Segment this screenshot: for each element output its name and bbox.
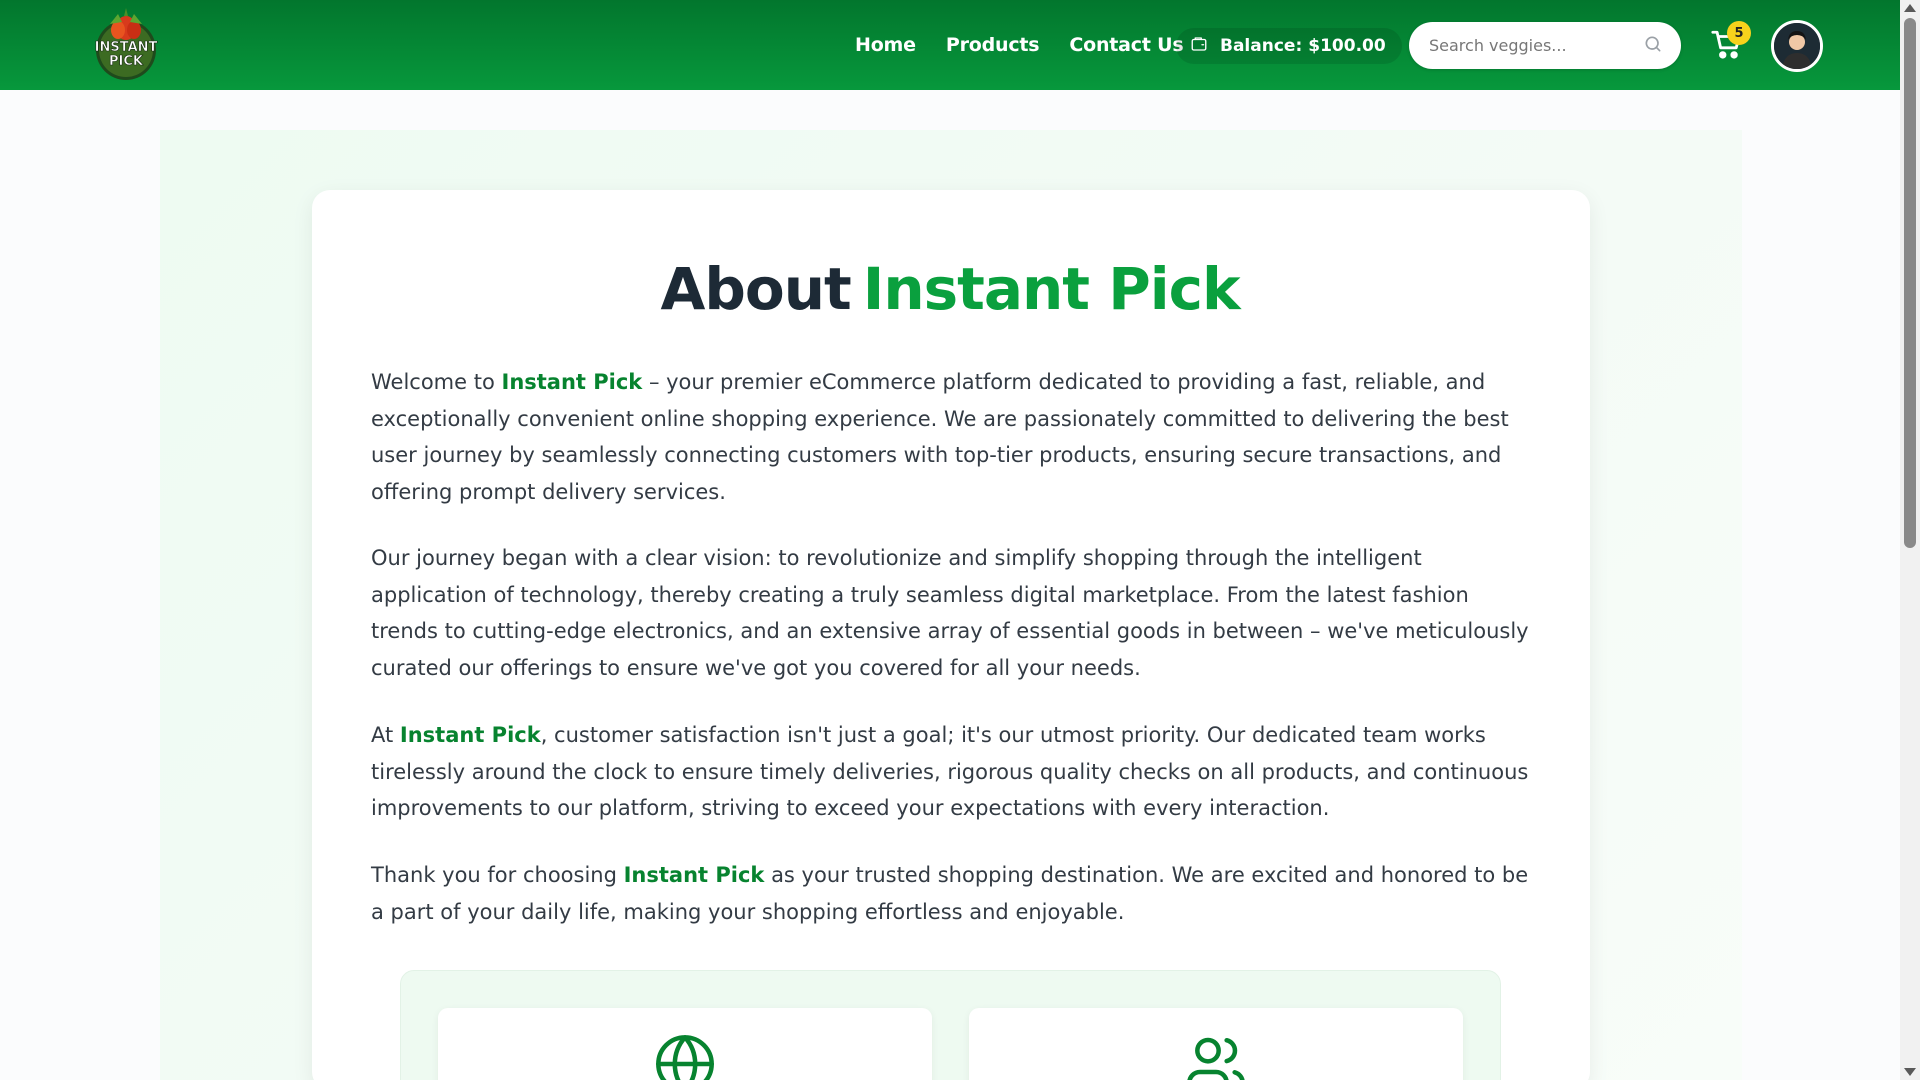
features-panel [400,970,1501,1080]
balance-display: Balance: $100.00 [1176,28,1402,64]
cart-count-badge: 5 [1727,21,1751,45]
brand-logo[interactable]: INSTANT PICK [88,6,164,82]
search-input[interactable] [1429,36,1643,55]
p4-text-start: Thank you for choosing [371,863,624,887]
about-paragraph-4: Thank you for choosing Instant Pick as y… [371,857,1531,930]
search-icon[interactable] [1643,34,1663,58]
page-title: About Instant Pick [0,255,1900,323]
nav-contact-link[interactable]: Contact Us [1069,34,1183,56]
scroll-thumb[interactable] [1904,18,1916,548]
p1-brand-highlight: Instant Pick [501,370,643,394]
svg-text:INSTANT: INSTANT [95,40,158,55]
user-avatar[interactable] [1771,20,1823,72]
svg-text:PICK: PICK [109,54,144,69]
p3-text-end: , customer satisfaction isn't just a goa… [371,723,1529,820]
title-about: About [660,255,851,323]
balance-amount: $100.00 [1308,36,1386,56]
balance-label: Balance: [1220,36,1303,56]
feature-card-global [438,1008,932,1080]
p3-text-start: At [371,723,400,747]
main-nav: Home Products Contact Us [855,0,1214,90]
p3-brand-highlight: Instant Pick [399,723,541,747]
nav-products-link[interactable]: Products [946,34,1040,56]
about-paragraph-1: Welcome to Instant Pick – your premier e… [371,364,1531,510]
search-box [1409,22,1681,69]
nav-home-link[interactable]: Home [855,34,916,56]
title-brand: Instant Pick [862,255,1241,323]
about-paragraph-3: At Instant Pick, customer satisfaction i… [371,717,1531,827]
p4-brand-highlight: Instant Pick [623,863,765,887]
about-paragraph-2: Our journey began with a clear vision: t… [371,546,1529,680]
p1-text-start: Welcome to [371,370,502,394]
wallet-icon [1190,35,1208,58]
feature-card-community [969,1008,1463,1080]
scroll-up-arrow[interactable] [1904,4,1916,12]
page-scrollbar[interactable] [1900,0,1920,1080]
top-navbar: INSTANT PICK Home Products Contact Us Ba… [0,0,1900,90]
scroll-down-arrow[interactable] [1904,1068,1916,1076]
